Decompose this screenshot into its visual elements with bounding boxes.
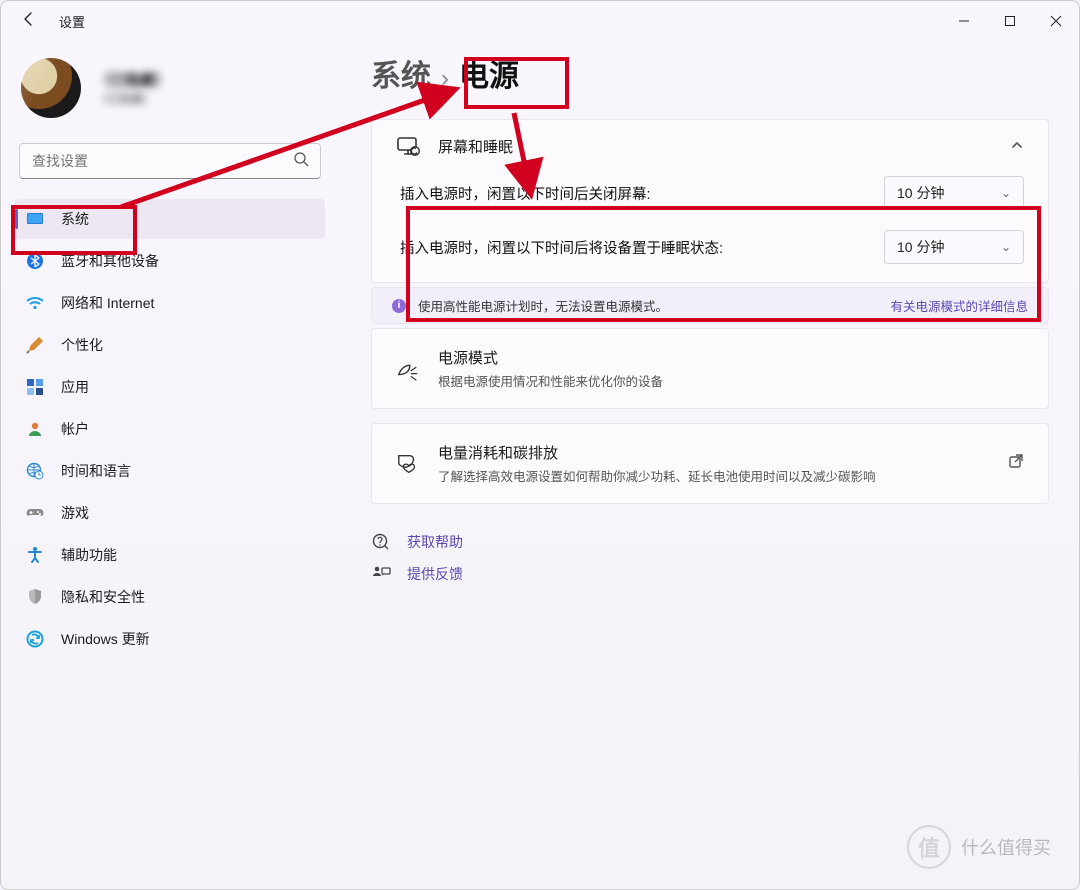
sidebar-item-personalization[interactable]: 个性化 <box>15 325 325 365</box>
sidebar-item-gaming[interactable]: 游戏 <box>15 493 325 533</box>
chevron-down-icon: ⌄ <box>1001 240 1011 254</box>
get-help-link[interactable]: 获取帮助 <box>371 532 1049 552</box>
breadcrumb-current: 电源 <box>459 51 519 95</box>
nav-list: 系统 蓝牙和其他设备 网络和 Internet <box>15 199 325 659</box>
sidebar-item-time-language[interactable]: 时间和语言 <box>15 451 325 491</box>
search-input[interactable] <box>19 143 321 179</box>
sidebar: （已隐藏） （已隐藏） 系统 <box>1 41 331 889</box>
watermark-text: 什么值得买 <box>961 834 1051 860</box>
open-external-icon <box>1008 453 1024 474</box>
sleep-value: 10 分钟 <box>897 237 944 257</box>
screen-off-label: 插入电源时，闲置以下时间后关闭屏幕: <box>396 183 651 204</box>
sidebar-item-bluetooth[interactable]: 蓝牙和其他设备 <box>15 241 325 281</box>
display-icon <box>25 209 45 229</box>
titlebar: 设置 <box>1 1 1079 41</box>
chevron-down-icon: ⌄ <box>1001 186 1011 200</box>
screen-off-select[interactable]: 10 分钟 ⌄ <box>884 176 1024 210</box>
wifi-icon <box>25 293 45 313</box>
energy-carbon-title: 电量消耗和碳排放 <box>438 442 990 463</box>
give-feedback-link[interactable]: 提供反馈 <box>371 564 1049 584</box>
screen-off-row: 插入电源时，闲置以下时间后关闭屏幕: 10 分钟 ⌄ <box>396 176 1024 210</box>
settings-window: 设置 （已隐藏） （已隐藏） <box>0 0 1080 890</box>
screen-sleep-header[interactable]: 屏幕和睡眠 <box>372 120 1048 172</box>
sidebar-item-accessibility[interactable]: 辅助功能 <box>15 535 325 575</box>
sidebar-item-label: 游戏 <box>61 503 89 523</box>
breadcrumb: 系统 › 电源 <box>371 51 1049 95</box>
sidebar-item-system[interactable]: 系统 <box>15 199 325 239</box>
help-icon <box>371 532 391 552</box>
power-mode-more-link[interactable]: 有关电源模式的详细信息 <box>890 296 1028 315</box>
sidebar-item-apps[interactable]: 应用 <box>15 367 325 407</box>
breadcrumb-parent[interactable]: 系统 <box>371 51 431 95</box>
power-mode-sub: 根据电源使用情况和性能来优化你的设备 <box>438 371 1024 390</box>
sidebar-item-accounts[interactable]: 帐户 <box>15 409 325 449</box>
user-name: （已隐藏） <box>95 69 170 90</box>
screen-off-value: 10 分钟 <box>897 183 944 203</box>
back-button[interactable] <box>21 11 37 31</box>
power-mode-info-bar: i 使用高性能电源计划时，无法设置电源模式。 有关电源模式的详细信息 <box>371 287 1049 324</box>
minimize-button[interactable] <box>941 1 987 41</box>
screen-sleep-card: 屏幕和睡眠 插入电源时，闲置以下时间后关闭屏幕: 10 分钟 ⌄ <box>371 119 1049 283</box>
watermark-circle: 值 <box>907 825 951 869</box>
sidebar-item-label: 隐私和安全性 <box>61 587 145 607</box>
sidebar-item-privacy[interactable]: 隐私和安全性 <box>15 577 325 617</box>
sleep-row: 插入电源时，闲置以下时间后将设备置于睡眠状态: 10 分钟 ⌄ <box>396 230 1024 264</box>
apps-icon <box>25 377 45 397</box>
energy-carbon-sub: 了解选择高效电源设置如何帮助你减少功耗、延长电池使用时间以及减少碳影响 <box>438 466 990 485</box>
globe-clock-icon <box>25 461 45 481</box>
sidebar-item-label: 时间和语言 <box>61 461 131 481</box>
feedback-icon <box>371 564 391 584</box>
user-email: （已隐藏） <box>95 90 170 107</box>
sidebar-item-label: 蓝牙和其他设备 <box>61 251 159 271</box>
sidebar-item-label: 辅助功能 <box>61 545 117 565</box>
monitor-sleep-icon <box>396 134 420 158</box>
footer-links: 获取帮助 提供反馈 <box>371 532 1049 584</box>
info-text: 使用高性能电源计划时，无法设置电源模式。 <box>418 296 668 315</box>
sleep-label: 插入电源时，闲置以下时间后将设备置于睡眠状态: <box>396 237 723 258</box>
sidebar-item-update[interactable]: Windows 更新 <box>15 619 325 659</box>
sleep-select[interactable]: 10 分钟 ⌄ <box>884 230 1024 264</box>
sidebar-item-label: 网络和 Internet <box>61 293 154 313</box>
gamepad-icon <box>25 503 45 523</box>
watermark: 值 什么值得买 <box>907 825 1051 869</box>
info-icon: i <box>392 299 406 313</box>
power-mode-card: 电源模式 根据电源使用情况和性能来优化你的设备 <box>371 328 1049 409</box>
window-controls <box>941 1 1079 41</box>
window-title: 设置 <box>59 12 85 31</box>
bluetooth-icon <box>25 251 45 271</box>
sidebar-item-label: 应用 <box>61 377 89 397</box>
screen-sleep-body: 插入电源时，闲置以下时间后关闭屏幕: 10 分钟 ⌄ 插入电源时，闲置以下时间后… <box>372 172 1048 282</box>
sidebar-item-label: Windows 更新 <box>61 629 150 649</box>
energy-carbon-card: 电量消耗和碳排放 了解选择高效电源设置如何帮助你减少功耗、延长电池使用时间以及减… <box>371 423 1049 504</box>
chevron-up-icon <box>1010 138 1024 155</box>
sidebar-item-network[interactable]: 网络和 Internet <box>15 283 325 323</box>
energy-carbon-header[interactable]: 电量消耗和碳排放 了解选择高效电源设置如何帮助你减少功耗、延长电池使用时间以及减… <box>372 424 1048 503</box>
breadcrumb-sep: › <box>441 65 449 93</box>
user-block[interactable]: （已隐藏） （已隐藏） <box>15 53 325 123</box>
maximize-button[interactable] <box>987 1 1033 41</box>
sidebar-item-label: 系统 <box>61 209 89 229</box>
update-icon <box>25 629 45 649</box>
sidebar-item-label: 帐户 <box>61 419 89 439</box>
sidebar-item-label: 个性化 <box>61 335 103 355</box>
accessibility-icon <box>25 545 45 565</box>
main-content: 系统 › 电源 屏幕和睡眠 <box>331 41 1079 889</box>
power-mode-title: 电源模式 <box>438 347 1024 368</box>
avatar <box>21 58 81 118</box>
brush-icon <box>25 335 45 355</box>
screen-sleep-title: 屏幕和睡眠 <box>438 136 992 157</box>
close-button[interactable] <box>1033 1 1079 41</box>
person-icon <box>25 419 45 439</box>
shield-icon <box>25 587 45 607</box>
leaf-speed-icon <box>396 357 420 381</box>
power-mode-header[interactable]: 电源模式 根据电源使用情况和性能来优化你的设备 <box>372 329 1048 408</box>
leaf-heart-icon <box>396 452 420 476</box>
search-icon <box>293 151 309 171</box>
